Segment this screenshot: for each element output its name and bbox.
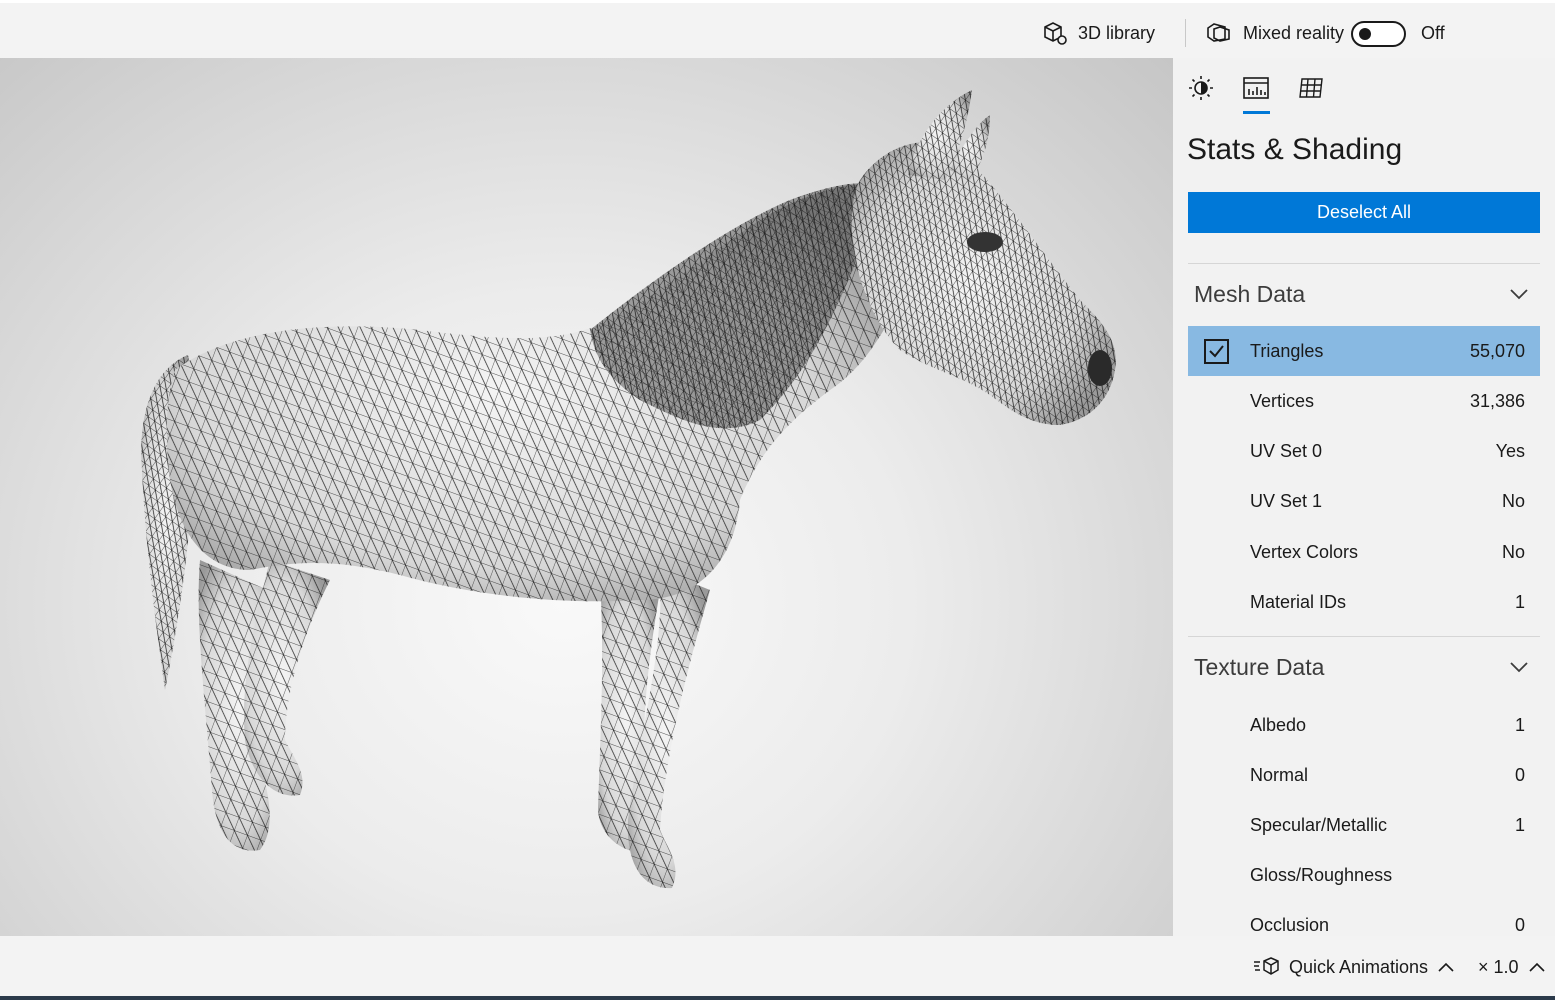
stat-row-triangles[interactable]: Triangles 55,070 [1188,326,1540,376]
bottom-toolbar: Quick Animations × 1.0 [0,936,1555,996]
mixed-reality-toggle[interactable] [1351,21,1406,47]
stat-row-gloss-roughness[interactable]: Gloss/Roughness [1188,850,1540,900]
stat-name: Normal [1250,765,1309,785]
stat-value: No [1501,542,1525,562]
stat-value: 55,070 [1469,341,1525,361]
tab-grid[interactable] [1293,72,1329,104]
panel-title: Stats & Shading [1187,133,1403,166]
mixed-reality-button[interactable]: Mixed reality [1205,18,1344,48]
mesh-data-header[interactable]: Mesh Data [1188,268,1540,318]
stat-name: UV Set 1 [1250,491,1323,511]
section-divider [1188,263,1540,264]
stat-row-specular-metallic[interactable]: Specular/Metallic 1 [1188,800,1540,850]
section-divider [1188,636,1540,637]
horse-body-group [141,90,1116,889]
stat-name: UV Set 0 [1250,441,1323,461]
toggle-state-label: Off [1421,23,1445,43]
tab-stats[interactable] [1238,72,1274,104]
stat-row-uv-set-1[interactable]: UV Set 1 No [1188,476,1540,526]
stat-row-material-ids[interactable]: Material IDs 1 [1188,577,1540,627]
texture-data-label: Texture Data [1194,654,1325,680]
toolbar-divider [1185,19,1186,47]
animation-speed-label: × 1.0 [1478,956,1519,977]
mesh-data-label: Mesh Data [1194,281,1306,307]
stat-name: Occlusion [1250,915,1330,935]
stat-value: 1 [1514,592,1525,612]
animation-speed-button[interactable]: × 1.0 [1478,954,1545,980]
stat-row-occlusion[interactable]: Occlusion 0 [1188,900,1540,936]
horse-wireframe-model[interactable] [0,58,1173,936]
stat-row-normal[interactable]: Normal 0 [1188,750,1540,800]
stat-value: 1 [1514,815,1525,835]
sun-icon [1189,76,1213,100]
chevron-up-icon [1438,962,1454,972]
stat-value: No [1501,491,1525,511]
grid-icon [1299,78,1323,98]
row-checkbox[interactable] [1204,339,1229,364]
stat-name: Material IDs [1250,592,1347,612]
3d-viewport[interactable] [0,58,1173,936]
checkmark-icon [1209,345,1224,358]
top-toolbar: 3D library Mixed reality Off [0,0,1555,58]
stats-icon [1243,77,1269,99]
mixed-reality-label: Mixed reality [1243,22,1345,43]
stat-row-uv-set-0[interactable]: UV Set 0 Yes [1188,426,1540,476]
chevron-up-icon [1528,962,1545,972]
stat-value: 31,386 [1469,391,1525,411]
stat-value: 0 [1514,915,1525,935]
quick-animations-label: Quick Animations [1289,956,1429,977]
stat-value: 1 [1514,715,1525,735]
stat-value: Yes [1495,441,1525,461]
mixed-reality-icon [1207,23,1230,42]
stat-name: Albedo [1250,715,1307,735]
tab-lighting[interactable] [1183,72,1219,104]
window-bottom-edge [0,996,1555,1000]
stat-row-albedo[interactable]: Albedo 1 [1188,700,1540,750]
stat-name: Triangles [1250,341,1324,361]
3d-library-button[interactable]: 3D library [1040,18,1155,48]
deselect-all-button[interactable]: Deselect All [1188,192,1540,233]
animation-cube-icon [1254,957,1279,975]
chevron-down-icon [1510,662,1528,673]
stat-row-vertex-colors[interactable]: Vertex Colors No [1188,527,1540,577]
cube-icon [1044,22,1067,45]
quick-animations-button[interactable]: Quick Animations [1253,954,1454,980]
toggle-knob [1359,28,1371,40]
stat-name: Gloss/Roughness [1250,865,1393,885]
stat-name: Vertex Colors [1250,542,1359,562]
texture-data-header[interactable]: Texture Data [1188,641,1540,691]
stat-name: Vertices [1250,391,1315,411]
chevron-down-icon [1510,289,1528,300]
stat-value: 0 [1514,765,1525,785]
3d-library-label: 3D library [1078,22,1156,43]
stat-name: Specular/Metallic [1250,815,1388,835]
active-tab-indicator [1243,111,1270,114]
stat-row-vertices[interactable]: Vertices 31,386 [1188,376,1540,426]
